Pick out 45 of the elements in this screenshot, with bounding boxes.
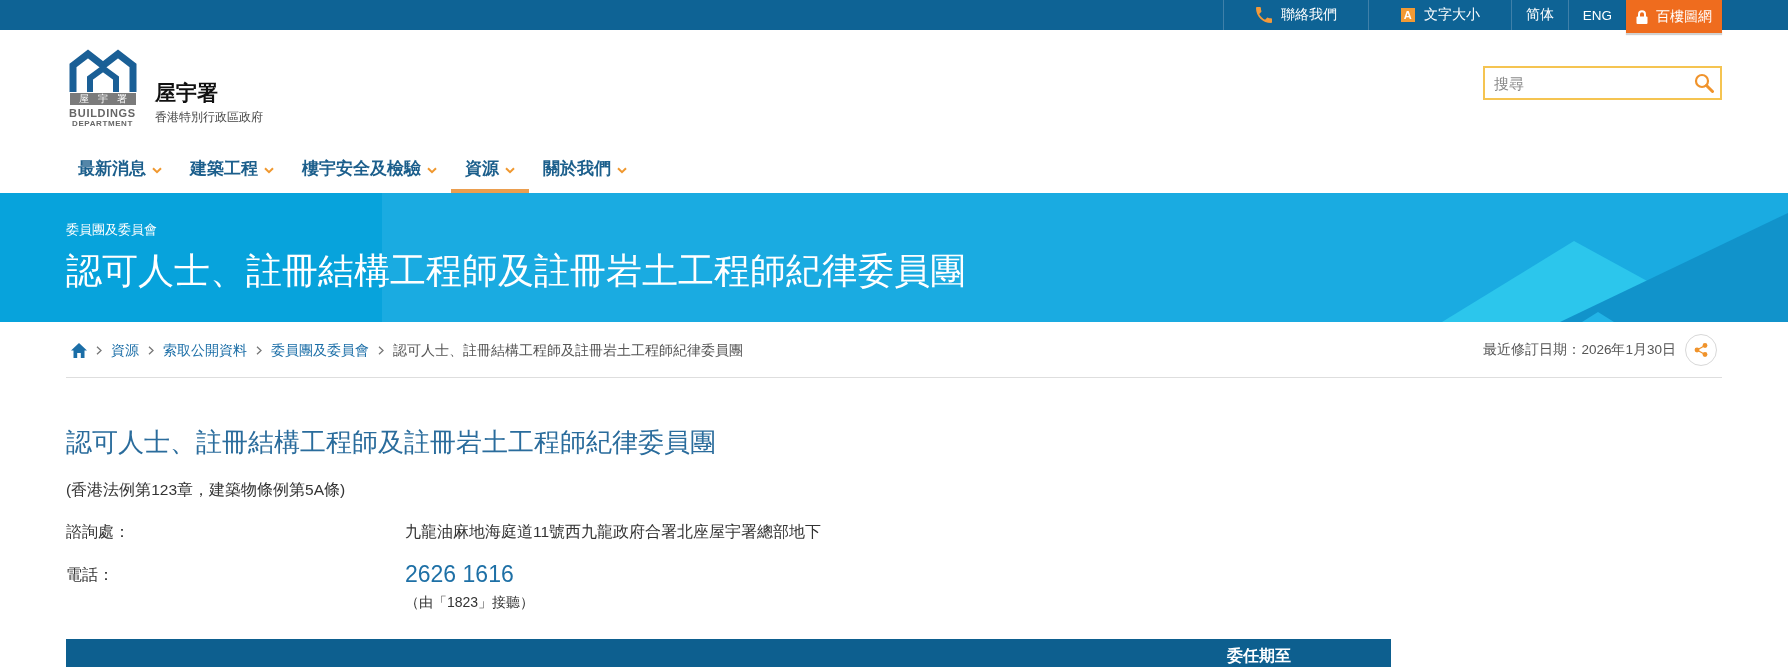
column-header: 委任期至 [1227,646,1291,666]
logo-band: 屋宇署 [69,93,136,105]
top-bar-link[interactable]: A 文字大小 [1367,0,1511,30]
government-name: 香港特別行政區政府 [155,109,263,125]
nav-menu-item[interactable]: 關於我們 [529,148,641,193]
phone-number[interactable]: 2626 1616 [405,560,514,588]
share-button[interactable] [1685,334,1717,366]
logo-wordmark: BUILDINGS [69,107,136,119]
breadcrumb-link[interactable]: 索取公開資料 [163,340,247,360]
chevron-right-icon [256,345,262,355]
letter-tile-icon: A [1400,8,1415,22]
search-icon[interactable] [1694,73,1714,93]
banner-category: 委員團及委員會 [66,221,157,239]
breadcrumb-link[interactable]: 委員團及委員會 [271,340,369,360]
breadcrumb-link[interactable]: 資源 [111,340,139,360]
chevron-right-icon [378,345,384,355]
nav-menu-item[interactable]: 樓宇安全及檢驗 [288,148,451,193]
chevron-down-icon [505,166,515,174]
department-name: 屋宇署 [155,80,218,106]
chevron-down-icon [427,166,437,174]
page-heading: 認可人士、註冊結構工程師及註冊岩土工程師紀律委員團 [66,426,716,458]
detail-label: 電話： [66,565,114,585]
chevron-right-icon [96,345,102,355]
lock-icon [1636,9,1648,24]
law-reference: (香港法例第123章，建築物條例第5A條) [66,480,346,500]
share-icon [1694,343,1708,357]
phone-note: （由「1823」接聽） [405,593,535,612]
nav-menu-item[interactable]: 最新消息 [64,148,176,193]
breadcrumb-current: 認可人士、註冊結構工程師及註冊岩土工程師紀律委員團 [393,341,743,360]
address-text: 九龍油麻地海庭道11號西九龍政府合署北座屋宇署總部地下 [405,522,822,542]
chevron-right-icon [148,345,154,355]
top-bar-link[interactable]: 聯絡我們 [1222,0,1368,30]
chevron-down-icon [152,166,162,174]
search-field[interactable]: 搜尋 [1483,66,1722,100]
nav-menu-item[interactable]: 建築工程 [176,148,288,193]
phone-icon [1255,7,1272,23]
chevron-down-icon [617,166,627,174]
houses-logo-icon [68,48,137,92]
detail-label: 諮詢處： [66,522,130,542]
last-revised-date: 最近修訂日期：2026年1月30日 [1483,341,1676,359]
home-icon[interactable] [71,342,87,358]
logo-subwordmark: DEPARTMENT [72,119,133,128]
chevron-down-icon [264,166,274,174]
banner-title: 認可人士、註冊結構工程師及註冊岩土工程師紀律委員團 [66,251,966,291]
top-bar-link[interactable]: 简体 [1510,0,1568,30]
